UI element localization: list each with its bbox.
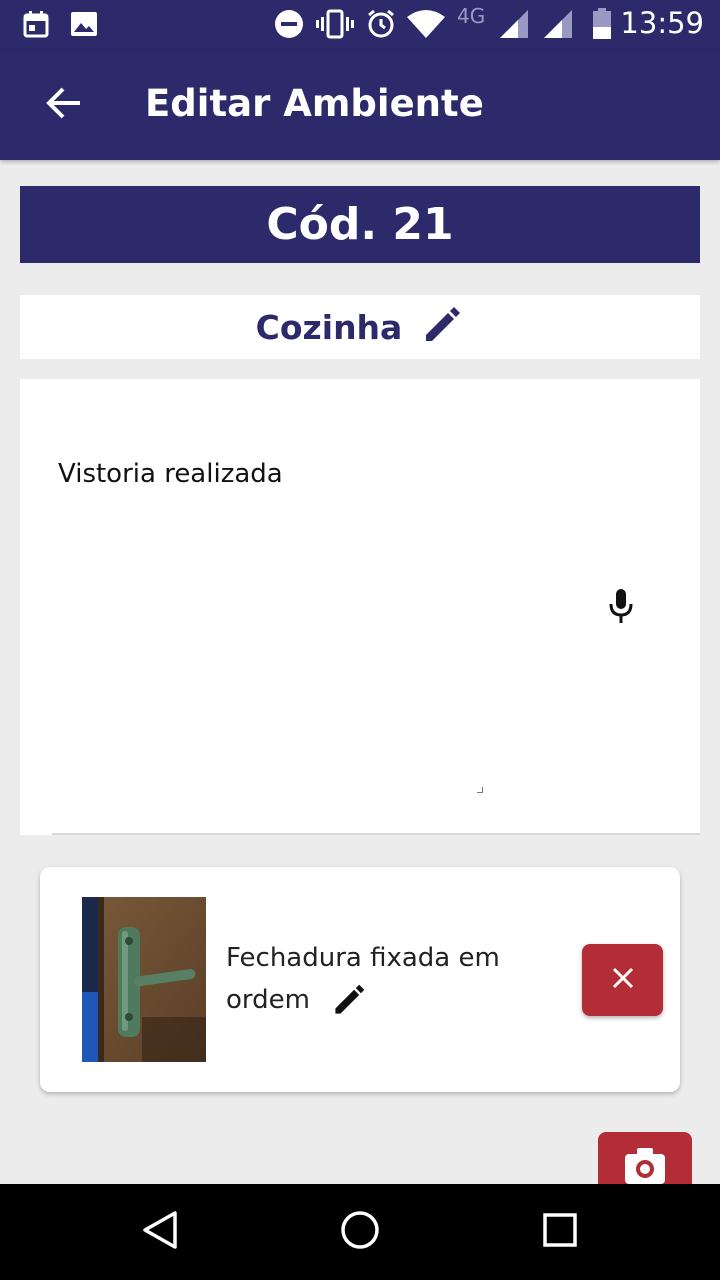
edit-room-name-button[interactable] (420, 305, 464, 349)
pencil-icon (422, 305, 462, 350)
room-name: Cozinha (255, 307, 403, 347)
status-bar: 4G 13:59 (0, 0, 720, 50)
nav-home-button[interactable] (336, 1208, 384, 1256)
photo-item-card: Fechadura fixada em ordem (40, 867, 680, 1092)
battery-icon (590, 8, 614, 40)
voice-input-button[interactable] (600, 587, 642, 629)
back-triangle-icon (141, 1210, 179, 1255)
recents-square-icon (542, 1212, 578, 1253)
nav-back-button[interactable] (136, 1208, 184, 1256)
notes-textarea[interactable]: Vistoria realizada (20, 379, 700, 835)
photo-thumbnail[interactable] (82, 897, 206, 1062)
notes-underline (52, 833, 700, 835)
code-banner: Cód. 21 (20, 186, 700, 263)
vibrate-icon (316, 8, 354, 40)
home-circle-icon (340, 1210, 380, 1255)
do-not-disturb-icon (274, 8, 304, 40)
back-button[interactable] (36, 80, 92, 130)
system-navigation-bar (0, 1184, 720, 1280)
edit-caption-button[interactable] (332, 983, 368, 1019)
signal-icon (542, 8, 574, 40)
delete-photo-button[interactable] (582, 944, 663, 1016)
notes-value: Vistoria realizada (58, 459, 283, 489)
arrow-back-icon (46, 87, 82, 124)
close-icon (612, 967, 634, 994)
signal-icon (498, 8, 530, 40)
page-title: Editar Ambiente (145, 82, 484, 125)
app-bar: Editar Ambiente (0, 50, 720, 160)
room-name-bar: Cozinha (20, 295, 700, 359)
wifi-icon (406, 8, 446, 40)
nav-recents-button[interactable] (536, 1208, 584, 1256)
network-type-label: 4G (457, 4, 486, 28)
microphone-icon (608, 588, 634, 629)
pencil-icon (332, 984, 366, 1024)
resize-handle[interactable] (477, 787, 483, 793)
image-icon (70, 8, 98, 40)
alarm-icon (366, 8, 396, 40)
calendar-icon (22, 8, 50, 40)
status-time: 13:59 (620, 6, 704, 40)
add-photo-button[interactable] (598, 1132, 692, 1192)
photo-caption: Fechadura fixada em ordem (226, 937, 526, 1021)
